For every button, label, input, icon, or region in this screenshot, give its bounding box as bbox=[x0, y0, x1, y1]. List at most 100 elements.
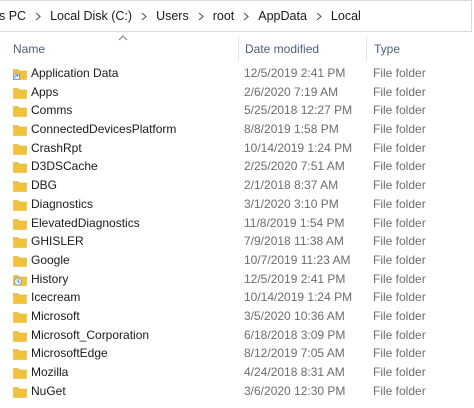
file-type: File folder bbox=[373, 140, 426, 155]
file-row[interactable]: Comms 5/25/2018 12:27 PM File folder bbox=[0, 101, 474, 120]
file-name: GHISLER bbox=[31, 234, 84, 249]
breadcrumb-chevron-icon[interactable] bbox=[134, 10, 154, 22]
file-date-modified: 8/8/2019 1:58 PM bbox=[244, 122, 339, 137]
file-type: File folder bbox=[373, 383, 426, 398]
file-date-modified: 3/6/2020 12:30 PM bbox=[244, 383, 346, 398]
file-row[interactable]: GHISLER 7/9/2018 11:38 AM File folder bbox=[0, 232, 474, 251]
folder-icon bbox=[13, 347, 27, 361]
file-row[interactable]: Microsoft_Corporation 6/18/2018 3:09 PM Fi… bbox=[0, 326, 474, 345]
file-row[interactable]: Application Data 12/5/2019 2:41 PM File fo… bbox=[0, 64, 474, 83]
folder-icon bbox=[13, 329, 27, 342]
history-folder-icon bbox=[13, 273, 27, 286]
file-type: File folder bbox=[373, 234, 426, 249]
breadcrumb-chevron-icon[interactable] bbox=[191, 10, 211, 22]
folder-icon bbox=[13, 366, 27, 379]
folder-icon bbox=[13, 86, 27, 99]
file-type: File folder bbox=[373, 103, 426, 118]
breadcrumb-item[interactable]: Local Disk (C:) bbox=[48, 9, 134, 23]
file-name: Mozilla bbox=[31, 365, 69, 379]
file-type: File folder bbox=[373, 84, 426, 99]
file-row[interactable]: ConnectedDevicesPlatform 8/8/2019 1:58 PM… bbox=[0, 120, 474, 139]
file-row[interactable]: History 12/5/2019 2:41 PM File folder bbox=[0, 270, 474, 289]
folder-icon bbox=[13, 235, 27, 248]
file-row[interactable]: Mozilla 4/24/2018 8:31 AM File folder bbox=[0, 363, 474, 382]
file-type: File folder bbox=[373, 122, 426, 137]
file-type: File folder bbox=[373, 271, 426, 286]
file-row[interactable]: CrashRpt 10/14/2019 1:24 PM File folder bbox=[0, 139, 474, 158]
file-name: History bbox=[31, 271, 69, 286]
file-type: File folder bbox=[373, 308, 426, 323]
file-date-modified: 10/14/2019 1:24 PM bbox=[244, 140, 353, 155]
file-row[interactable]: DBG 2/1/2018 8:37 AM File folder bbox=[0, 176, 474, 195]
breadcrumb-item[interactable]: Local bbox=[329, 9, 363, 23]
file-name: DBG bbox=[31, 178, 58, 193]
column-divider[interactable] bbox=[366, 36, 367, 62]
file-type: File folder bbox=[373, 365, 426, 379]
file-row[interactable]: Diagnostics 3/1/2020 3:10 PM File folder bbox=[0, 195, 474, 214]
folder-icon bbox=[13, 104, 27, 118]
file-row[interactable]: Google 10/7/2019 11:23 AM File folder bbox=[0, 251, 474, 270]
file-name: D3DSCache bbox=[31, 159, 98, 174]
address-bar[interactable]: s PC Local Disk (C:) Users root AppData Local bbox=[0, 0, 472, 32]
folder-icon bbox=[13, 310, 27, 323]
breadcrumb-item[interactable]: root bbox=[211, 9, 237, 23]
file-date-modified: 2/6/2020 7:19 AM bbox=[244, 84, 339, 99]
file-row[interactable]: MicrosoftEdge 8/12/2019 7:05 AM File folde… bbox=[0, 344, 474, 363]
file-type: File folder bbox=[373, 290, 426, 305]
file-row[interactable]: Microsoft 3/5/2020 10:36 AM File folder bbox=[0, 307, 474, 326]
file-name: ConnectedDevicesPlatform bbox=[31, 122, 177, 137]
file-date-modified: 8/12/2019 7:05 AM bbox=[244, 346, 345, 361]
file-name: NuGet bbox=[31, 383, 66, 398]
breadcrumb-item[interactable]: Users bbox=[154, 9, 191, 23]
file-type: File folder bbox=[373, 252, 426, 267]
file-type: File folder bbox=[373, 346, 426, 361]
folder-icon bbox=[13, 385, 27, 398]
breadcrumb-chevron-icon[interactable] bbox=[28, 10, 48, 22]
breadcrumb-chevron-icon[interactable] bbox=[236, 10, 256, 22]
file-name: ElevatedDiagnostics bbox=[31, 215, 140, 230]
file-type: File folder bbox=[373, 159, 426, 174]
file-date-modified: 11/8/2019 1:54 PM bbox=[244, 215, 345, 230]
file-type: File folder bbox=[373, 327, 426, 342]
folder-shortcut-icon bbox=[13, 67, 27, 80]
column-header-date-modified[interactable]: Date modified bbox=[245, 42, 319, 60]
folder-icon bbox=[13, 198, 27, 211]
file-name: Apps bbox=[31, 84, 59, 99]
file-row[interactable]: Icecream 10/14/2019 1:24 PM File folder bbox=[0, 288, 474, 307]
file-date-modified: 5/25/2018 12:27 PM bbox=[244, 103, 353, 118]
file-row[interactable]: Apps 2/6/2020 7:19 AM File folder bbox=[0, 83, 474, 102]
file-name: Microsoft_Corporation bbox=[31, 327, 150, 342]
file-date-modified: 2/25/2020 7:51 AM bbox=[244, 159, 345, 174]
file-row[interactable]: NuGet 3/6/2020 12:30 PM File folder bbox=[0, 382, 474, 401]
file-type: File folder bbox=[373, 178, 426, 193]
column-header-name[interactable]: Name bbox=[13, 42, 45, 60]
file-date-modified: 3/1/2020 3:10 PM bbox=[244, 196, 339, 211]
file-list: Application Data 12/5/2019 2:41 PM File fo… bbox=[0, 64, 474, 400]
file-name: Microsoft bbox=[31, 308, 80, 323]
file-name: Diagnostics bbox=[31, 196, 94, 211]
file-name: Application Data bbox=[31, 66, 119, 80]
file-date-modified: 12/5/2019 2:41 PM bbox=[244, 271, 346, 286]
file-date-modified: 6/18/2018 3:09 PM bbox=[244, 327, 346, 342]
file-name: CrashRpt bbox=[31, 140, 82, 155]
folder-icon bbox=[13, 217, 27, 230]
column-divider[interactable] bbox=[238, 36, 239, 62]
file-date-modified: 2/1/2018 8:37 AM bbox=[244, 178, 339, 193]
column-header-type[interactable]: Type bbox=[374, 42, 400, 60]
file-date-modified: 4/24/2018 8:31 AM bbox=[244, 365, 345, 379]
file-type: File folder bbox=[373, 66, 426, 80]
breadcrumb-chevron-icon[interactable] bbox=[309, 10, 329, 22]
folder-icon bbox=[13, 142, 27, 155]
breadcrumb-item[interactable]: AppData bbox=[256, 9, 309, 23]
file-row[interactable]: D3DSCache 2/25/2020 7:51 AM File folder bbox=[0, 157, 474, 176]
breadcrumb-item[interactable]: s PC bbox=[0, 9, 28, 23]
folder-icon bbox=[13, 254, 27, 267]
folder-icon bbox=[13, 123, 27, 136]
file-name: MicrosoftEdge bbox=[31, 346, 108, 361]
file-date-modified: 10/14/2019 1:24 PM bbox=[244, 290, 353, 305]
file-name: Icecream bbox=[31, 290, 81, 305]
file-date-modified: 7/9/2018 11:38 AM bbox=[244, 234, 344, 249]
file-row[interactable]: ElevatedDiagnostics 11/8/2019 1:54 PM File… bbox=[0, 214, 474, 233]
file-name: Google bbox=[31, 252, 70, 267]
file-name: Comms bbox=[31, 103, 73, 118]
